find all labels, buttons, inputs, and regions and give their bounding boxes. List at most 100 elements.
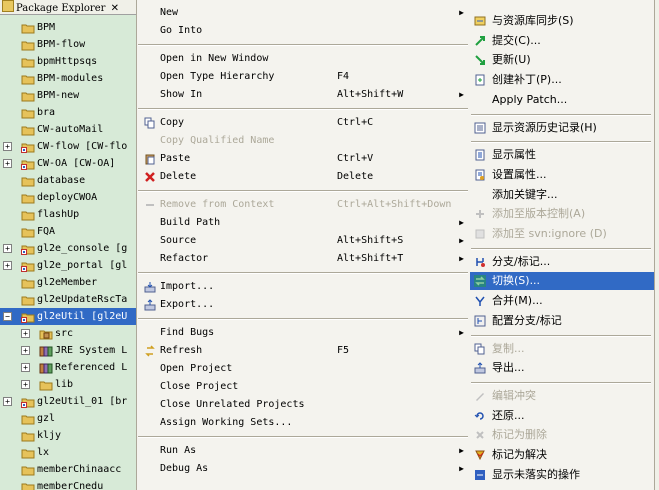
- submenu-item-mark-resolved[interactable]: 标记为解决: [470, 446, 654, 464]
- tree-item-label: gl2eUtil [gl2eU: [37, 311, 128, 322]
- tree-item[interactable]: + gl2e_portal [gl: [0, 257, 137, 274]
- menu-item-assign-working-sets[interactable]: Assign Working Sets...: [137, 414, 469, 432]
- expand-icon[interactable]: +: [3, 261, 12, 270]
- project-icon: [21, 311, 35, 323]
- submenu-item-commit[interactable]: 提交(C)...: [470, 32, 654, 50]
- switch-icon: [474, 275, 486, 288]
- import-icon: [144, 281, 156, 293]
- tree-item[interactable]: + lib: [0, 376, 137, 393]
- tree-item[interactable]: BPM: [0, 19, 137, 36]
- expand-icon[interactable]: +: [21, 380, 30, 389]
- menu-item-import[interactable]: Import...: [137, 278, 469, 296]
- menu-item-open-in-new-window[interactable]: Open in New Window: [137, 50, 469, 68]
- expand-icon[interactable]: +: [3, 244, 12, 253]
- submenu-item-config-branch[interactable]: 配置分支/标记: [470, 312, 654, 330]
- submenu-item-history[interactable]: 显示资源历史记录(H): [470, 119, 654, 137]
- tree-item[interactable]: memberCnedu: [0, 478, 137, 490]
- tree-item[interactable]: memberChinaacc: [0, 461, 137, 478]
- menu-item-find-bugs[interactable]: Find Bugs ▶: [137, 324, 469, 342]
- tree-item[interactable]: database: [0, 172, 137, 189]
- submenu-item-update[interactable]: 更新(U): [470, 51, 654, 69]
- menu-item-label: Copy Qualified Name: [160, 135, 275, 146]
- expand-icon[interactable]: +: [3, 397, 12, 406]
- submenu-item-show-pending[interactable]: 显示未落实的操作: [470, 466, 654, 484]
- menu-item-remove-from-context[interactable]: Remove from Context Ctrl+Alt+Shift+Down: [137, 196, 469, 214]
- menu-item-refactor[interactable]: Refactor Alt+Shift+T ▶: [137, 250, 469, 268]
- tree-item[interactable]: + src: [0, 325, 137, 342]
- submenu-item-export[interactable]: 导出...: [470, 359, 654, 377]
- tree-item[interactable]: bra: [0, 104, 137, 121]
- tree-item[interactable]: + CW-flow [CW-flo: [0, 138, 137, 155]
- tree-item[interactable]: + Referenced L: [0, 359, 137, 376]
- tree-item[interactable]: deployCWOA: [0, 189, 137, 206]
- tree-item[interactable]: + gl2e_console [g: [0, 240, 137, 257]
- menu-item-label: Refresh: [160, 345, 203, 356]
- close-icon[interactable]: ✕: [111, 3, 119, 14]
- menu-item-go-into[interactable]: Go Into: [137, 22, 469, 40]
- tree-item-label: gl2eUtil_01 [br: [37, 396, 128, 407]
- expand-icon[interactable]: +: [21, 346, 30, 355]
- expand-icon[interactable]: +: [21, 363, 30, 372]
- menu-item-open-project[interactable]: Open Project: [137, 360, 469, 378]
- submenu-item-mark-delete[interactable]: 标记为删除: [470, 426, 654, 444]
- menu-item-paste[interactable]: Paste Ctrl+V: [137, 150, 469, 168]
- expand-icon[interactable]: +: [3, 159, 12, 168]
- menu-item-label: Close Unrelated Projects: [160, 399, 305, 410]
- submenu-item-apply-patch[interactable]: 添加关键字...: [470, 186, 654, 204]
- menu-item-close-project[interactable]: Close Project: [137, 378, 469, 396]
- submenu-item-branch[interactable]: 分支/标记...: [470, 253, 654, 271]
- submenu-item-edit-conflict[interactable]: 编辑冲突: [470, 387, 654, 405]
- tree-item[interactable]: bpmHttpsqs: [0, 53, 137, 70]
- tree-item[interactable]: + CW-OA [CW-OA]: [0, 155, 137, 172]
- project-icon: [21, 243, 35, 255]
- menu-item-new[interactable]: New ▶: [137, 4, 469, 22]
- tree-item[interactable]: flashUp: [0, 206, 137, 223]
- tree-item[interactable]: + gl2eUtil_01 [br: [0, 393, 137, 410]
- submenu-item-revert[interactable]: 还原...: [470, 407, 654, 425]
- submenu-item-apply-patch[interactable]: Apply Patch...: [470, 91, 654, 109]
- tree-item[interactable]: BPM-flow: [0, 36, 137, 53]
- menu-item-build-path[interactable]: Build Path ▶: [137, 214, 469, 232]
- tree-item[interactable]: CW-autoMail: [0, 121, 137, 138]
- menu-item-refresh[interactable]: Refresh F5: [137, 342, 469, 360]
- submenu-item-switch[interactable]: 切换(S)...: [470, 272, 654, 291]
- menu-item-source[interactable]: Source Alt+Shift+S ▶: [137, 232, 469, 250]
- submenu-item-label: 复制...: [492, 341, 525, 355]
- submenu-item-label: 与资源库同步(S): [492, 14, 574, 27]
- tree-item[interactable]: kljy: [0, 427, 137, 444]
- menu-item-export[interactable]: Export...: [137, 296, 469, 314]
- package-explorer-tab[interactable]: Package Explorer ✕: [0, 0, 137, 15]
- submenu-arrow-icon: ▶: [459, 8, 464, 17]
- tree-item[interactable]: BPM-new: [0, 87, 137, 104]
- submenu-item-copy[interactable]: 复制...: [470, 340, 654, 358]
- submenu-item-ignore[interactable]: 添加至 svn:ignore (D): [470, 225, 654, 243]
- submenu-item-properties[interactable]: 显示属性: [470, 146, 654, 164]
- config-branch-icon: [474, 315, 486, 327]
- expand-icon[interactable]: +: [21, 329, 30, 338]
- menu-item-open-type-hierarchy[interactable]: Open Type Hierarchy F4: [137, 68, 469, 86]
- tree-item[interactable]: gl2eUpdateRscTa: [0, 291, 137, 308]
- tree-item[interactable]: + JRE System L: [0, 342, 137, 359]
- tree-item[interactable]: FQA: [0, 223, 137, 240]
- collapse-icon[interactable]: −: [3, 312, 12, 321]
- menu-item-delete[interactable]: Delete Delete: [137, 168, 469, 186]
- submenu-item-add[interactable]: 添加至版本控制(A): [470, 205, 654, 223]
- menu-item-copy-qualified-name[interactable]: Copy Qualified Name: [137, 132, 469, 150]
- tree-item[interactable]: − gl2eUtil [gl2eU: [0, 308, 137, 325]
- copy-icon: [144, 117, 156, 129]
- submenu-item-patch[interactable]: 创建补丁(P)...: [470, 71, 654, 89]
- tree-item[interactable]: gzl: [0, 410, 137, 427]
- submenu-item-merge[interactable]: 合并(M)...: [470, 292, 654, 310]
- menu-item-copy[interactable]: Copy Ctrl+C: [137, 114, 469, 132]
- submenu-item-sync[interactable]: 与资源库同步(S): [470, 12, 654, 30]
- menu-item-show-in[interactable]: Show In Alt+Shift+W ▶: [137, 86, 469, 104]
- menu-item-run-as[interactable]: Run As ▶: [137, 442, 469, 460]
- menu-item-debug-as[interactable]: Debug As ▶: [137, 460, 469, 478]
- tree-item[interactable]: lx: [0, 444, 137, 461]
- menu-separator: [471, 334, 651, 337]
- tree-item[interactable]: gl2eMember: [0, 274, 137, 291]
- menu-item-close-unrelated-projects[interactable]: Close Unrelated Projects: [137, 396, 469, 414]
- expand-icon[interactable]: +: [3, 142, 12, 151]
- tree-item[interactable]: BPM-modules: [0, 70, 137, 87]
- submenu-item-set-properties[interactable]: 设置属性...: [470, 166, 654, 184]
